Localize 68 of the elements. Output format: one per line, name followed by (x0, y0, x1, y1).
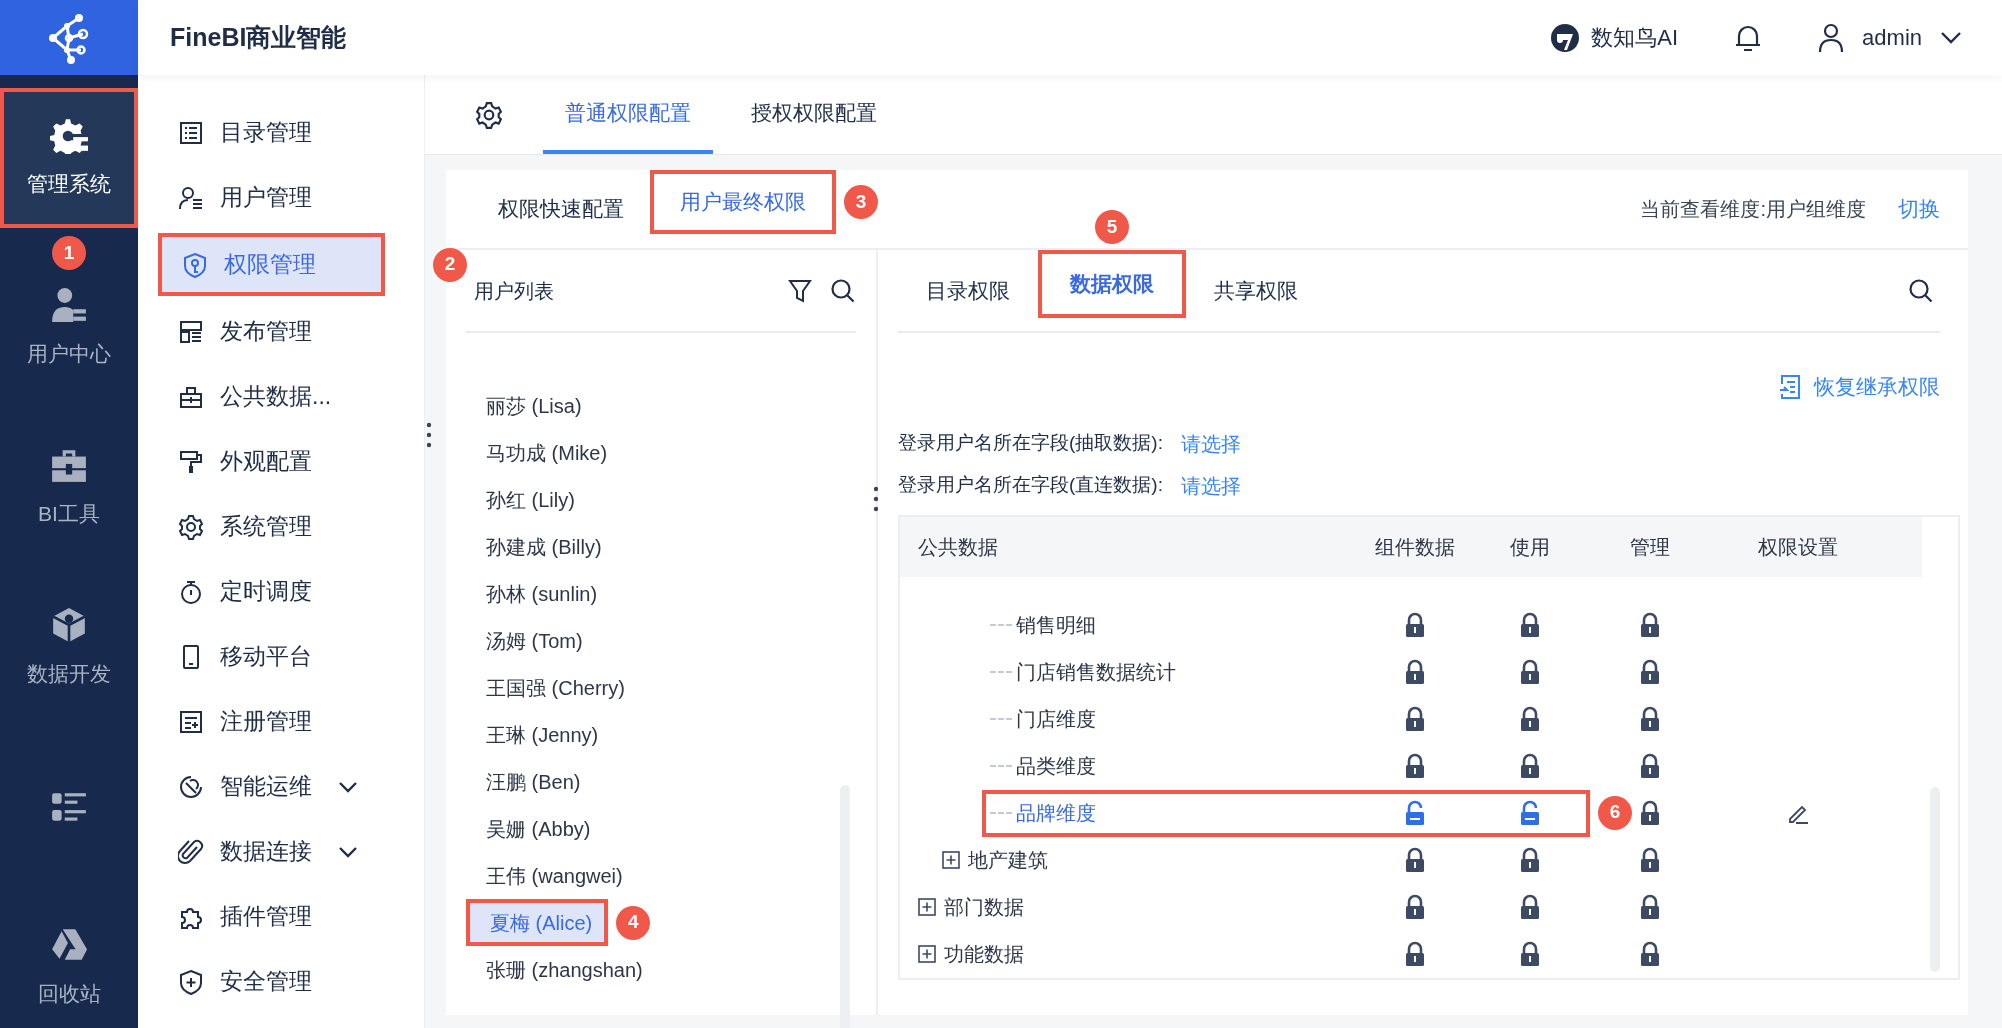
tab[interactable]: 用户最终权限 (650, 170, 836, 234)
user-list-item[interactable]: 吴姗 (Abby) (466, 805, 603, 852)
column-header: 使用 (1510, 534, 1550, 560)
user-menu[interactable]: admin (1818, 21, 1962, 54)
rail-item[interactable]: 数据开发 (0, 568, 138, 728)
rail-item[interactable]: 管理系统 (0, 88, 138, 228)
tree-item[interactable]: 部门数据 (944, 892, 1024, 922)
tree-item[interactable]: 门店销售数据统计 (1016, 657, 1176, 687)
column-header: 公共数据 (917, 534, 998, 560)
user-list-item[interactable]: 孙红 (Lily) (466, 476, 587, 523)
step-badge: 5 (1095, 210, 1129, 244)
tree-item[interactable]: 门店维度 (1016, 704, 1096, 734)
restore-link[interactable]: 恢复继承权限 (1778, 371, 1940, 403)
user-list-item[interactable]: 汪鹏 (Ben) (466, 758, 593, 805)
user-list-item[interactable]: 汤姆 (Tom) (466, 617, 595, 664)
user-list-item[interactable]: 王琳 (Jenny) (466, 711, 611, 758)
app-title: FineBI商业智能 (170, 21, 347, 53)
menu-item[interactable]: 移动平台 (158, 625, 385, 688)
field-label: 登录用户名所在字段(直连数据): (898, 473, 1163, 498)
column-header: 管理 (1630, 534, 1670, 560)
step-badge: 1 (52, 236, 86, 270)
tab[interactable]: 数据权限 (1038, 250, 1186, 318)
step-badge: 2 (433, 247, 467, 282)
menu-item[interactable]: 系统管理 (158, 495, 385, 558)
tree-item[interactable]: 功能数据 (944, 939, 1024, 969)
tab[interactable]: 权限快速配置 (472, 181, 650, 237)
tab[interactable]: 目录权限 (898, 260, 1038, 321)
user-list-item[interactable]: 马功成 (Mike) (466, 429, 620, 476)
list-title: 用户列表 (474, 278, 554, 304)
user-list-item[interactable]: 丽莎 (Lisa) (466, 382, 594, 429)
step-badge: 4 (616, 905, 651, 940)
user-list-item[interactable]: 张珊 (zhangshan) (466, 946, 655, 993)
user-list-item[interactable]: 王伟 (wangwei) (466, 852, 635, 899)
menu-item[interactable]: 定时调度 (158, 560, 385, 623)
tree-item[interactable]: 地产建筑 (968, 845, 1048, 875)
user-list-item[interactable]: 孙建成 (Billy) (466, 523, 614, 570)
assistant-button[interactable]: 数知鸟AI (1549, 21, 1679, 54)
user-list-item[interactable]: 孙林 (sunlin) (466, 570, 610, 617)
step-badge: 3 (844, 184, 878, 219)
menu-item[interactable]: 用户管理 (158, 166, 385, 229)
rail-item[interactable]: 回收站 (0, 888, 138, 1028)
menu-item[interactable]: 公共数据... (158, 365, 385, 428)
menu-item[interactable]: 插件管理 (158, 885, 385, 948)
column-header: 权限设置 (1758, 534, 1838, 560)
select-link[interactable]: 请选择 (1180, 428, 1241, 459)
menu-item[interactable]: 数据连接 (158, 820, 385, 883)
select-link[interactable]: 请选择 (1180, 470, 1241, 501)
step-badge: 6 (1598, 795, 1632, 830)
menu-item[interactable]: 注册管理 (158, 690, 385, 753)
switch-link[interactable]: 切换 (1898, 193, 1940, 225)
dimension-label: 当前查看维度:用户组维度 (1640, 197, 1866, 222)
tree-item[interactable]: 品类维度 (1016, 751, 1096, 781)
menu-item[interactable]: 外观配置 (158, 430, 385, 493)
tree-item[interactable]: 品牌维度 (1016, 798, 1096, 828)
tab[interactable]: 共享权限 (1186, 260, 1326, 321)
tab[interactable]: 授权权限配置 (729, 75, 899, 154)
rail-item[interactable]: BI工具 (0, 408, 138, 568)
tree-item[interactable]: 销售明细 (1016, 610, 1096, 640)
user-list-item[interactable]: 王国强 (Cherry) (466, 664, 637, 711)
menu-item[interactable]: 安全管理 (158, 950, 385, 1013)
menu-item[interactable]: 目录管理 (158, 101, 385, 164)
menu-item[interactable]: 智能运维 (158, 755, 385, 818)
menu-item[interactable]: 发布管理 (158, 300, 385, 363)
column-header: 组件数据 (1375, 534, 1455, 560)
tab[interactable]: 普通权限配置 (543, 75, 713, 154)
menu-item[interactable]: 权限管理 (158, 233, 385, 296)
user-list-item[interactable]: 夏梅 (Alice) (466, 899, 609, 946)
field-label: 登录用户名所在字段(抽取数据): (898, 431, 1163, 456)
